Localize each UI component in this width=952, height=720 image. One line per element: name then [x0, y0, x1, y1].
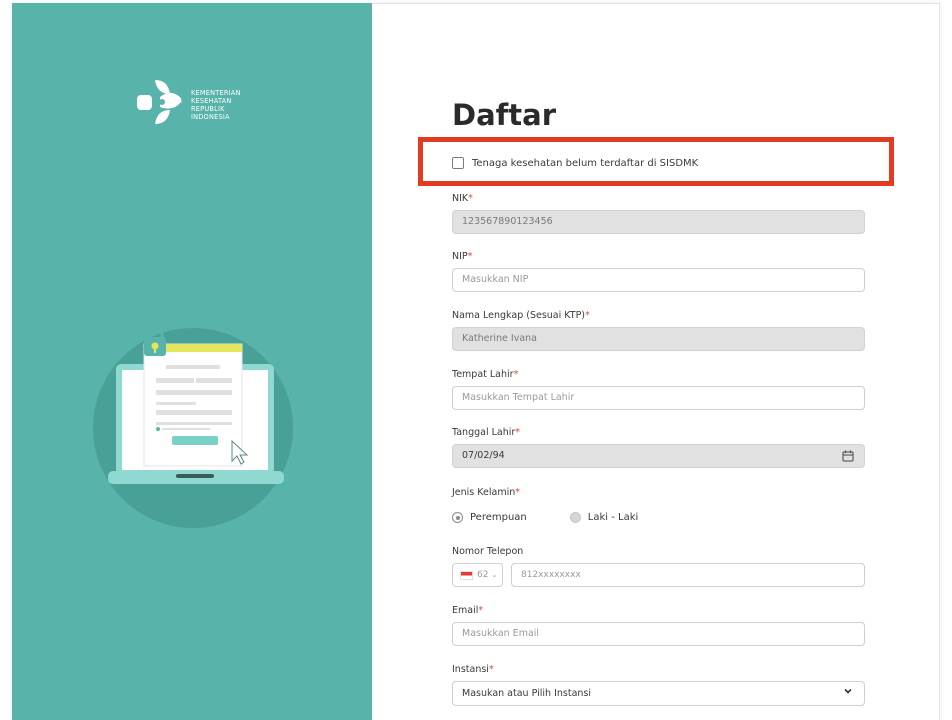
chevron-down-icon: [844, 688, 852, 694]
required-mark: *: [513, 369, 519, 380]
tanggal-lahir-value: 07/02/94: [462, 450, 505, 461]
telepon-label: Nomor Telepon: [452, 546, 524, 557]
email-input[interactable]: Masukkan Email: [452, 622, 865, 646]
ministry-name: KEMENTERIAN KESEHATAN REPUBLIK INDONESIA: [191, 89, 241, 121]
tempat-lahir-input[interactable]: Masukkan Tempat Lahir: [452, 386, 865, 410]
country-code: 62: [477, 570, 489, 580]
page-title: Daftar: [452, 98, 556, 132]
email-label-text: Email: [452, 605, 479, 616]
required-mark: *: [478, 605, 484, 616]
nip-label-text: NIP: [452, 251, 468, 262]
required-mark: *: [585, 310, 590, 321]
calendar-icon[interactable]: [842, 450, 854, 462]
instansi-label-text: Instansi: [452, 664, 489, 675]
phone-input[interactable]: 812xxxxxxxx: [511, 563, 865, 587]
tempat-lahir-label: Tempat Lahir*: [452, 369, 518, 380]
required-mark: *: [468, 193, 473, 204]
email-label: Email*: [452, 605, 483, 616]
ministry-line-4: INDONESIA: [191, 113, 230, 121]
country-code-select[interactable]: 62 ⌄: [452, 563, 503, 587]
nip-input[interactable]: Masukkan NIP: [452, 268, 865, 292]
required-mark: *: [515, 487, 521, 498]
nik-label-text: NIK: [452, 193, 469, 204]
tanggal-lahir-label: Tanggal Lahir*: [452, 427, 520, 438]
ministry-line-3: REPUBLIK: [191, 105, 225, 113]
nama-label-text: Nama Lengkap (Sesuai KTP): [452, 310, 586, 321]
required-mark: *: [488, 664, 494, 675]
jenis-kelamin-label-text: Jenis Kelamin: [452, 487, 516, 498]
nik-field[interactable]: 123567890123456: [452, 210, 865, 234]
sisdmk-checkbox-label[interactable]: Tenaga kesehatan belum terdaftar di SISD…: [472, 158, 698, 169]
nik-label: NIK*: [452, 193, 473, 204]
gender-radio-group: Perempuan Laki - Laki: [452, 512, 638, 523]
radio-perempuan-label[interactable]: Perempuan: [470, 512, 527, 523]
nip-label: NIP*: [452, 251, 472, 262]
ministry-line-2: KESEHATAN: [191, 97, 232, 105]
required-mark: *: [515, 427, 521, 438]
laptop-illustration: [93, 323, 293, 528]
radio-laki-laki-label[interactable]: Laki - Laki: [588, 512, 639, 523]
tanggal-lahir-input[interactable]: 07/02/94: [452, 444, 865, 468]
kemenkes-logo-icon: [137, 80, 182, 124]
nama-label: Nama Lengkap (Sesuai KTP)*: [452, 310, 590, 321]
ministry-line-1: KEMENTERIAN: [191, 89, 241, 97]
nama-field[interactable]: Katherine Ivana: [452, 327, 865, 351]
instansi-placeholder: Masukan atau Pilih Instansi: [462, 688, 592, 699]
tempat-lahir-label-text: Tempat Lahir: [452, 369, 514, 380]
tanggal-lahir-label-text: Tanggal Lahir: [452, 427, 516, 438]
flag-indonesia-icon: [460, 570, 473, 580]
kemenkes-logo: KEMENTERIAN KESEHATAN REPUBLIK INDONESIA: [135, 78, 241, 126]
required-mark: *: [467, 251, 473, 262]
radio-perempuan[interactable]: [452, 512, 463, 523]
instansi-select[interactable]: Masukan atau Pilih Instansi: [452, 681, 865, 706]
instansi-label: Instansi*: [452, 664, 494, 675]
radio-laki-laki[interactable]: [569, 512, 581, 523]
sisdmk-checkbox[interactable]: [452, 157, 464, 169]
chevron-down-icon: ⌄: [491, 571, 498, 579]
jenis-kelamin-label: Jenis Kelamin*: [452, 487, 520, 498]
